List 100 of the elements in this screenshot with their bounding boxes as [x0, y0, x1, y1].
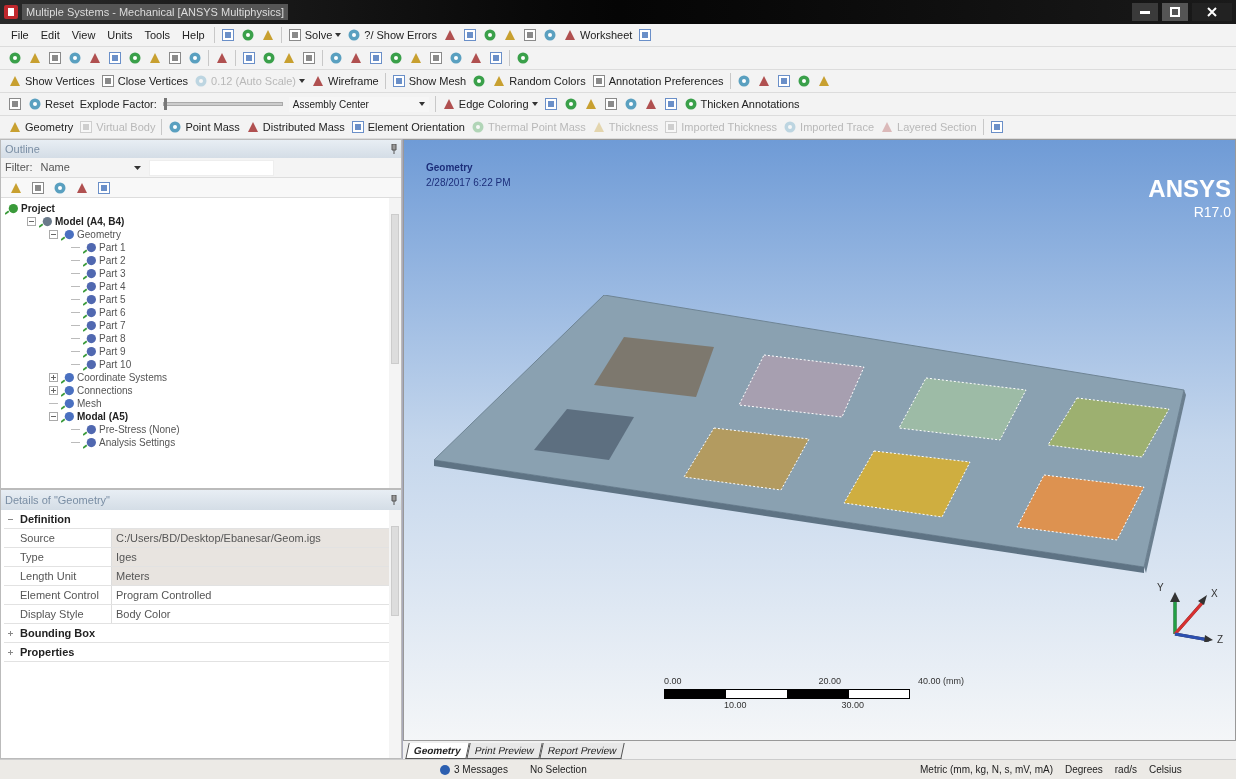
group-header[interactable]: Properties [16, 643, 75, 661]
toolbar-button[interactable]: Show Vertices [8, 72, 95, 90]
tool-icon[interactable] [128, 51, 142, 65]
tool-icon[interactable] [31, 180, 45, 195]
toolbar-button[interactable]: Point Mass [168, 118, 240, 136]
tool-icon[interactable] [369, 51, 383, 65]
tool-icon[interactable] [389, 51, 403, 65]
tool-icon[interactable] [543, 28, 557, 42]
tool-icon[interactable] [469, 51, 483, 65]
tool-icon[interactable] [516, 51, 530, 65]
messages-status[interactable]: 3 Messages [454, 762, 508, 777]
tool-icon[interactable] [736, 74, 751, 88]
tree-item[interactable]: Part 10 [99, 357, 132, 372]
slider-thumb[interactable] [163, 98, 167, 110]
menu-item[interactable]: File [8, 26, 32, 44]
pin-icon[interactable] [391, 495, 397, 505]
tool-icon[interactable] [262, 51, 276, 65]
tool-icon[interactable] [643, 97, 658, 111]
toolbar-button[interactable]: Random Colors [492, 72, 586, 90]
tool-icon[interactable] [329, 51, 343, 65]
maximize-button[interactable] [1162, 3, 1188, 21]
menu-item[interactable]: Units [104, 26, 136, 44]
tree-item[interactable]: Part 3 [99, 266, 126, 281]
tree-item[interactable]: Analysis Settings [99, 435, 176, 450]
tool-icon[interactable] [449, 51, 463, 65]
tool-icon[interactable] [240, 28, 255, 42]
tree-item[interactable]: Model (A4, B4) [55, 214, 125, 229]
menu-item[interactable]: Tools [141, 26, 174, 44]
tool-icon[interactable] [242, 51, 256, 65]
tool-icon[interactable] [663, 97, 678, 111]
close-button[interactable] [1192, 3, 1232, 21]
tree-item[interactable]: Part 7 [99, 318, 126, 333]
tool-icon[interactable] [188, 51, 202, 65]
tree-item[interactable]: Mesh [77, 396, 102, 411]
tool-icon[interactable] [503, 28, 517, 42]
scrollbar[interactable] [389, 198, 401, 488]
group-header[interactable]: Definition [16, 510, 71, 528]
toolbar-button[interactable]: Thicken Annotations [683, 95, 800, 113]
tool-icon[interactable] [623, 97, 638, 111]
tree-item[interactable]: Project [21, 201, 55, 216]
tool-icon[interactable] [563, 97, 578, 111]
expander-icon[interactable] [49, 412, 58, 421]
view-tab[interactable]: Report Preview [538, 743, 625, 759]
tool-icon[interactable] [483, 28, 497, 42]
tree-item[interactable]: Coordinate Systems [77, 370, 168, 385]
tree-item[interactable]: Part 6 [99, 305, 126, 320]
toolbar-button[interactable]: Reset [28, 95, 74, 113]
property-value[interactable]: Meters [112, 567, 389, 585]
tool-icon[interactable] [638, 28, 653, 42]
tool-icon[interactable] [776, 74, 791, 88]
tool-icon[interactable] [97, 180, 111, 195]
toolbar-button[interactable]: Annotation Preferences [591, 72, 724, 90]
tool-icon[interactable] [48, 51, 62, 65]
tool-icon[interactable] [260, 28, 275, 42]
tool-icon[interactable] [443, 28, 457, 42]
tool-icon[interactable] [53, 180, 67, 195]
tree-item[interactable]: Part 8 [99, 331, 126, 346]
tool-icon[interactable] [796, 74, 811, 88]
tree-item[interactable]: Part 9 [99, 344, 126, 359]
group-header[interactable]: Bounding Box [16, 624, 96, 642]
toolbar-button[interactable]: Distributed Mass [245, 118, 345, 136]
tool-icon[interactable] [603, 97, 618, 111]
toolbar-button[interactable]: ?/ Show Errors [347, 26, 437, 44]
tool-icon[interactable] [148, 51, 162, 65]
property-value[interactable]: C:/Users/BD/Desktop/Ebanesar/Geom.igs [112, 529, 389, 547]
tool-icon[interactable] [28, 51, 42, 65]
tool-icon[interactable] [88, 51, 102, 65]
pin-icon[interactable] [391, 144, 397, 154]
toolbar-button[interactable]: Close Vertices [100, 72, 188, 90]
tool-icon[interactable] [108, 51, 122, 65]
expander-icon[interactable] [49, 386, 58, 395]
tool-icon[interactable] [472, 74, 487, 88]
view-tab[interactable]: Print Preview [466, 743, 543, 759]
tool-icon[interactable] [8, 97, 22, 111]
tool-icon[interactable] [989, 120, 1004, 134]
tool-icon[interactable] [409, 51, 423, 65]
expander-icon[interactable] [49, 373, 58, 382]
expander-icon[interactable] [49, 230, 58, 239]
menu-item[interactable]: Help [179, 26, 208, 44]
filter-field[interactable] [148, 159, 274, 176]
toolbar-button[interactable]: Show Mesh [391, 72, 467, 90]
graphics-viewport[interactable]: Geometry 2/28/2017 6:22 PM ANSYS R17.0 0.00 20.00 40.00 (mm) 10.00 30.00 Y X Z [403, 139, 1236, 741]
tool-icon[interactable] [543, 97, 558, 111]
tool-icon[interactable] [489, 51, 503, 65]
toolbar-button[interactable]: Solve [287, 26, 342, 44]
tool-icon[interactable] [168, 51, 182, 65]
tool-icon[interactable] [523, 28, 537, 42]
tool-icon[interactable] [429, 51, 443, 65]
tool-icon[interactable] [302, 51, 316, 65]
expander-icon[interactable] [27, 217, 36, 226]
tool-icon[interactable] [816, 74, 831, 88]
tool-icon[interactable] [282, 51, 296, 65]
menu-item[interactable]: Edit [37, 26, 63, 44]
tool-icon[interactable] [8, 51, 22, 65]
tree-item[interactable]: Geometry [77, 227, 121, 242]
tree-item[interactable]: Connections [77, 383, 133, 398]
tree-item[interactable]: Part 4 [99, 279, 126, 294]
tree-item[interactable]: Part 5 [99, 292, 126, 307]
tool-icon[interactable] [463, 28, 477, 42]
toolbar-button[interactable]: Element Orientation [350, 118, 465, 136]
